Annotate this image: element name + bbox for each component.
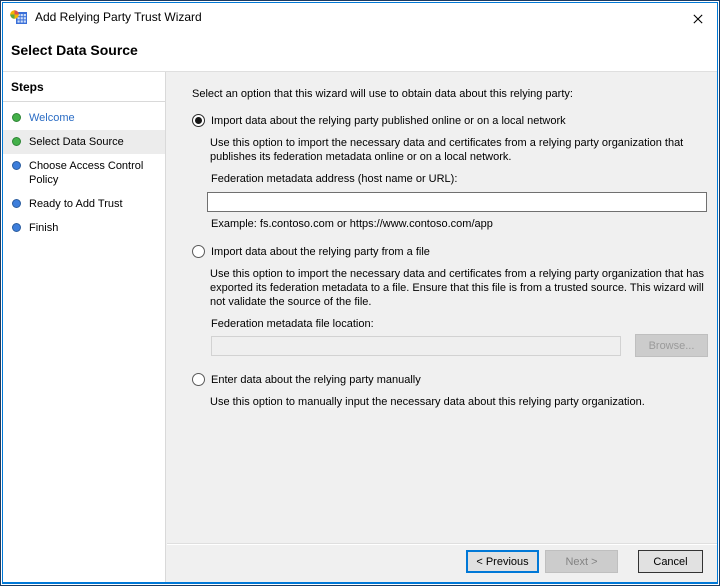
app-icon [10,9,28,25]
sidebar-item-ready-to-add-trust: Ready to Add Trust [3,192,165,216]
page-title: Select Data Source [11,42,138,58]
step-done-icon [12,137,21,146]
step-done-icon [12,113,21,122]
metadata-address-input[interactable] [207,192,707,212]
online-option-description: Use this option to import the necessary … [210,137,684,163]
radio-enter-manually[interactable]: Enter data about the relying party manua… [192,373,717,387]
browse-button: Browse... [635,334,708,357]
metadata-address-example: Example: fs.contoso.com or https://www.c… [211,218,493,230]
file-location-row: Browse... [211,334,717,357]
step-label: Welcome [29,112,75,124]
step-label: Finish [29,222,59,234]
step-label: Select Data Source [29,136,124,148]
footer-divider [167,543,717,545]
footer-buttons: < Previous Next > Cancel [466,550,703,573]
sidebar-item-select-data-source[interactable]: Select Data Source [3,130,165,154]
steps-sidebar: Steps Welcome Select Data Source Choose … [3,72,166,582]
radio-unselected-icon[interactable] [192,373,205,386]
close-icon[interactable] [687,8,709,30]
steps-list: Welcome Select Data Source Choose Access… [3,102,165,240]
metadata-address-label: Federation metadata address (host name o… [211,173,458,185]
file-option-description: Use this option to import the necessary … [210,268,705,308]
wizard-window: Add Relying Party Trust Wizard Select Da… [0,0,720,586]
manual-option-description: Use this option to manually input the ne… [210,396,645,408]
radio-label[interactable]: Import data about the relying party from… [211,245,430,259]
metadata-file-label: Federation metadata file location: [211,318,374,330]
sidebar-item-welcome[interactable]: Welcome [3,106,165,130]
radio-import-file[interactable]: Import data about the relying party from… [192,245,717,259]
metadata-file-input [211,335,621,356]
sidebar-item-choose-access-control-policy: Choose Access Control Policy [3,154,165,192]
step-label: Ready to Add Trust [29,198,123,210]
radio-import-online[interactable]: Import data about the relying party publ… [192,114,717,128]
radio-label[interactable]: Enter data about the relying party manua… [211,373,421,387]
step-todo-icon [12,161,21,170]
title-bar: Add Relying Party Trust Wizard [3,3,717,31]
cancel-button[interactable]: Cancel [638,550,703,573]
radio-selected-icon[interactable] [192,114,205,127]
intro-text: Select an option that this wizard will u… [192,88,573,100]
step-todo-icon [12,223,21,232]
steps-title: Steps [3,72,165,102]
step-label: Choose Access Control Policy [29,160,144,186]
next-button: Next > [545,550,618,573]
radio-label[interactable]: Import data about the relying party publ… [211,114,566,128]
sidebar-item-finish: Finish [3,216,165,240]
step-todo-icon [12,199,21,208]
previous-button[interactable]: < Previous [466,550,539,573]
main-panel: Select an option that this wizard will u… [167,72,717,582]
radio-unselected-icon[interactable] [192,245,205,258]
wizard-header: Select Data Source [3,31,717,72]
window-title: Add Relying Party Trust Wizard [35,10,202,24]
content-area: Steps Welcome Select Data Source Choose … [3,72,717,582]
